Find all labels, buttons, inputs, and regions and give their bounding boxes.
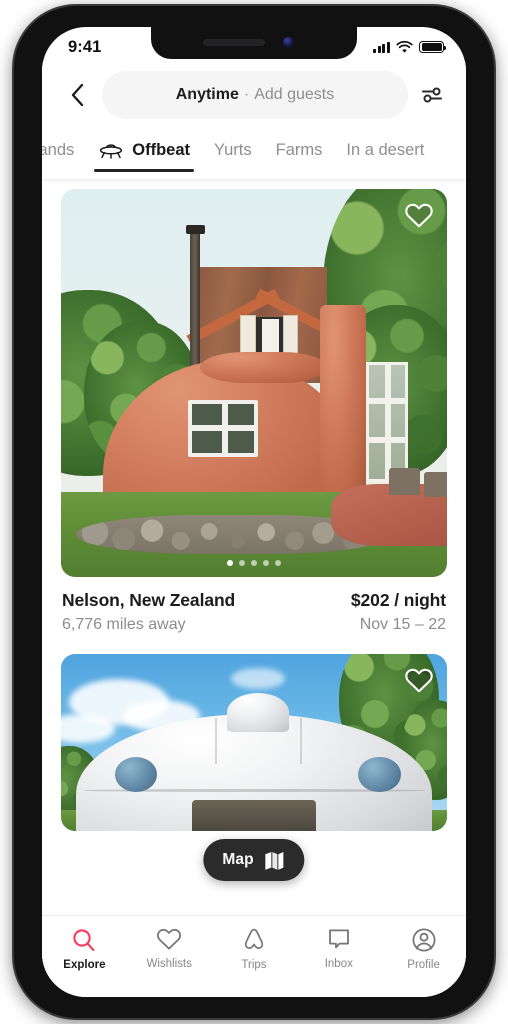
chat-bubble-icon: [326, 927, 352, 952]
tab-label: In a desert: [346, 141, 424, 160]
phone-frame: 9:41 Anytime ·: [14, 6, 494, 1018]
listing-meta-right: $202 / night Nov 15 – 22: [351, 590, 446, 634]
search-separator: ·: [244, 86, 249, 104]
earpiece-speaker: [203, 39, 265, 46]
listing-location: Nelson, New Zealand: [62, 590, 235, 611]
tune-filter-icon: [421, 85, 443, 105]
folded-map-icon: [264, 850, 286, 870]
battery-icon: [419, 41, 444, 54]
nav-label: Inbox: [325, 958, 353, 970]
nav-item-wishlists[interactable]: Wishlists: [127, 927, 212, 970]
tab-label: Yurts: [214, 141, 252, 160]
nav-item-explore[interactable]: Explore: [42, 927, 127, 971]
tab-label: Offbeat: [132, 141, 190, 160]
person-circle-icon: [411, 927, 437, 953]
nav-label: Wishlists: [147, 958, 192, 970]
ufo-icon: [98, 139, 124, 161]
front-camera-icon: [283, 37, 294, 48]
listing-price: $202 / night: [351, 590, 446, 611]
map-button-label: Map: [222, 851, 253, 869]
nav-label: Profile: [407, 959, 440, 971]
listing-photo-scene: [61, 189, 447, 577]
tab-label: Islands: [42, 141, 74, 160]
photo-carousel-dots[interactable]: [227, 560, 281, 566]
tab-offbeat[interactable]: Offbeat: [86, 129, 202, 171]
listing-distance: 6,776 miles away: [62, 616, 235, 634]
cellular-signal-icon: [373, 42, 390, 53]
nav-item-profile[interactable]: Profile: [381, 927, 466, 971]
listing-card[interactable]: Nelson, New Zealand 6,776 miles away $20…: [42, 179, 466, 634]
nav-item-trips[interactable]: Trips: [212, 927, 297, 971]
filter-button[interactable]: [416, 79, 448, 111]
listing-card[interactable]: [42, 634, 466, 832]
listing-feed[interactable]: Nelson, New Zealand 6,776 miles away $20…: [42, 179, 466, 997]
phone-screen: 9:41 Anytime ·: [42, 27, 466, 997]
tab-yurts[interactable]: Yurts: [202, 129, 264, 171]
search-icon: [71, 927, 97, 953]
listing-meta-left: Nelson, New Zealand 6,776 miles away: [62, 590, 235, 634]
search-guests-label: Add guests: [254, 86, 334, 104]
heart-outline-icon: [156, 927, 182, 952]
tab-in-a-desert[interactable]: In a desert: [334, 129, 436, 171]
listing-dates: Nov 15 – 22: [360, 616, 446, 634]
bottom-navigation-bar[interactable]: Explore Wishlists Trips Inbox: [42, 915, 466, 997]
save-listing-button[interactable]: [404, 667, 434, 697]
search-header: Anytime · Add guests: [42, 61, 466, 129]
back-button[interactable]: [60, 78, 94, 112]
heart-outline-icon: [404, 667, 434, 695]
save-listing-button[interactable]: [404, 202, 434, 232]
nav-label: Explore: [63, 959, 105, 971]
heart-outline-icon: [404, 202, 434, 230]
category-tab-bar[interactable]: Islands Offbeat Yurts Farms: [42, 129, 466, 179]
nav-item-inbox[interactable]: Inbox: [296, 927, 381, 970]
listing-photo[interactable]: [61, 189, 447, 577]
status-icons: [373, 41, 444, 54]
search-input[interactable]: Anytime · Add guests: [102, 71, 408, 119]
phone-notch: [151, 27, 357, 59]
search-when-label: Anytime: [176, 86, 239, 104]
tab-label: Farms: [276, 141, 323, 160]
tab-islands[interactable]: Islands: [42, 129, 86, 171]
nav-label: Trips: [241, 959, 266, 971]
status-time: 9:41: [68, 38, 101, 57]
listing-meta: Nelson, New Zealand 6,776 miles away $20…: [61, 577, 447, 634]
wifi-icon: [396, 41, 413, 54]
airbnb-belo-icon: [241, 927, 267, 953]
tab-farms[interactable]: Farms: [264, 129, 335, 171]
chevron-left-icon: [71, 84, 84, 106]
map-toggle-button[interactable]: Map: [203, 839, 304, 881]
listing-photo-scene: [61, 654, 447, 832]
listing-photo[interactable]: [61, 654, 447, 832]
